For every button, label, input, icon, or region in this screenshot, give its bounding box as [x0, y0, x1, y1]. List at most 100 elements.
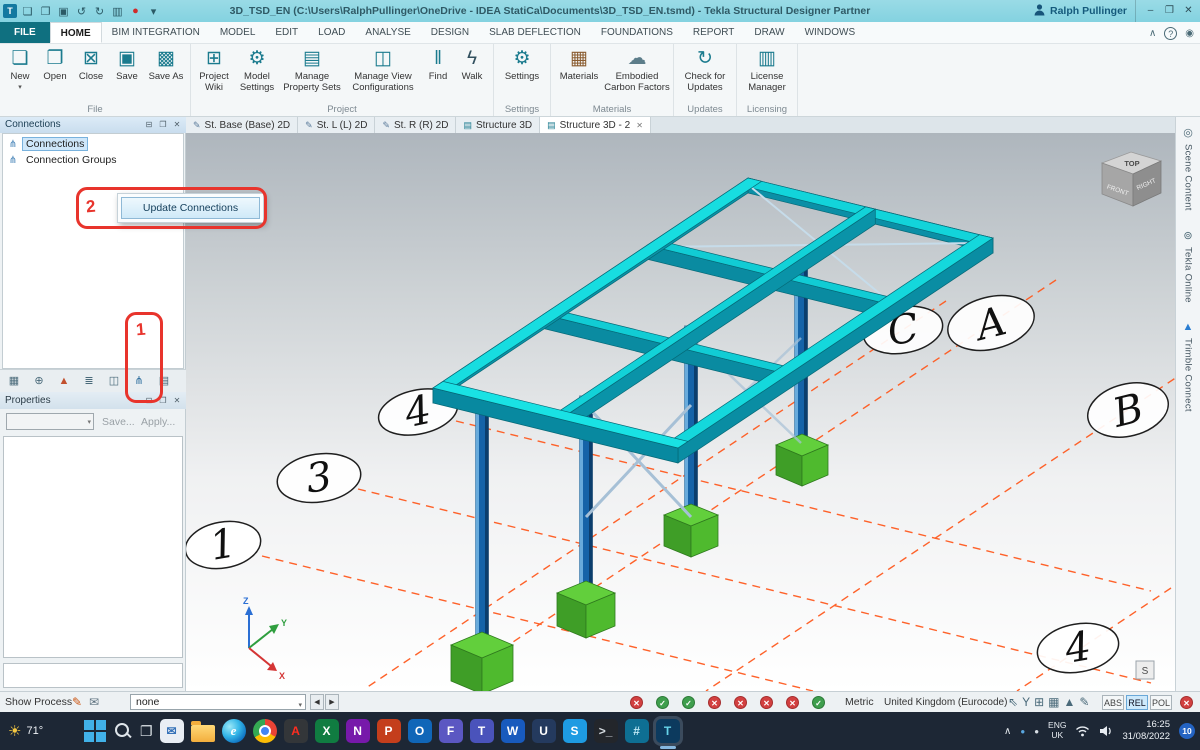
view-tab-structure-3d[interactable]: ▤Structure 3D: [456, 117, 540, 133]
loading-list-icon[interactable]: ≣: [78, 372, 100, 390]
float-panel-icon[interactable]: ❐: [157, 392, 169, 409]
solver-view-icon[interactable]: ▦: [3, 372, 25, 390]
grid-view-icon[interactable]: ▦: [1048, 695, 1059, 709]
tree-item-connections[interactable]: ⋔Connections: [3, 136, 183, 152]
ribbon-button-open[interactable]: ❐Open: [37, 47, 73, 104]
properties-preset-dropdown[interactable]: ▾: [6, 413, 94, 430]
model-viewport[interactable]: 4 3 1 C A B 4: [186, 133, 1175, 691]
globe-view-icon[interactable]: ⊕: [28, 372, 50, 390]
app-f-icon[interactable]: F: [439, 719, 463, 743]
terminal-icon[interactable]: >_: [594, 719, 618, 743]
close-tab-icon[interactable]: ✕: [636, 121, 643, 130]
status-red-icon[interactable]: ✕: [760, 696, 773, 709]
view-tab-structure-3d-2[interactable]: ▤Structure 3D - 2✕: [540, 117, 651, 133]
status-green-icon[interactable]: ✓: [682, 696, 695, 709]
status-red-icon[interactable]: ✕: [708, 696, 721, 709]
ribbon-tab-design[interactable]: DESIGN: [421, 22, 479, 43]
ribbon-button-find[interactable]: ‖Find: [422, 47, 454, 104]
app-grid-icon[interactable]: #: [625, 719, 649, 743]
powerpoint-icon[interactable]: P: [377, 719, 401, 743]
word-icon[interactable]: W: [501, 719, 525, 743]
process-filter-dropdown[interactable]: none ▾: [130, 694, 306, 710]
app-logo-icon[interactable]: T: [3, 4, 17, 18]
ribbon-button-save-as[interactable]: ▩Save As: [145, 47, 187, 104]
notification-badge[interactable]: 10: [1179, 723, 1195, 739]
redo-icon[interactable]: ↻: [92, 5, 107, 18]
pin-panel-icon[interactable]: ⊟: [143, 392, 155, 409]
trimble-connect-tab[interactable]: ▲Trimble Connect: [1176, 312, 1200, 421]
tray-chevron-icon[interactable]: ∧: [1004, 726, 1011, 737]
ribbon-button-settings[interactable]: ⚙Settings: [497, 47, 547, 104]
select-pointer-icon[interactable]: ⇖: [1008, 695, 1018, 709]
onenote-icon[interactable]: N: [346, 719, 370, 743]
ribbon-tab-report[interactable]: REPORT: [683, 22, 745, 43]
ribbon-tab-analyse[interactable]: ANALYSE: [355, 22, 420, 43]
status-green-icon[interactable]: ✓: [656, 696, 669, 709]
tekla-online-tab[interactable]: ⊚Tekla Online: [1176, 220, 1200, 312]
process-mail-icon[interactable]: ✉: [89, 695, 99, 709]
ribbon-tab-slab-deflection[interactable]: SLAB DEFLECTION: [479, 22, 591, 43]
structure-footings[interactable]: [451, 434, 828, 691]
status-red-icon[interactable]: ✕: [630, 696, 643, 709]
coord-mode-rel[interactable]: REL: [1126, 695, 1148, 710]
save-icon[interactable]: ▣: [56, 5, 71, 18]
ribbon-tab-bim-integration[interactable]: BIM INTEGRATION: [102, 22, 210, 43]
grid-bubble[interactable]: A: [942, 287, 1040, 359]
status-red-icon[interactable]: ✕: [734, 696, 747, 709]
warnings-icon[interactable]: ▲: [53, 372, 75, 390]
edge-icon[interactable]: e: [222, 719, 246, 743]
tekla-tsd-icon[interactable]: T: [656, 719, 680, 743]
ribbon-tab-model[interactable]: MODEL: [210, 22, 266, 43]
search-button[interactable]: [113, 721, 133, 741]
units-label[interactable]: Metric: [845, 696, 874, 708]
grid-bubble[interactable]: 3: [274, 448, 364, 507]
ribbon-tab-windows[interactable]: WINDOWS: [795, 22, 866, 43]
next-icon[interactable]: ▶: [325, 694, 339, 710]
paint-process-icon[interactable]: ✎: [72, 695, 82, 709]
ribbon-button-new[interactable]: ❏New▾: [3, 47, 37, 104]
report-icon[interactable]: ▥: [110, 5, 125, 18]
ribbon-button-save[interactable]: ▣Save: [109, 47, 145, 104]
undo-icon[interactable]: ↺: [74, 5, 89, 18]
new-doc-icon[interactable]: ❏: [20, 5, 35, 18]
ribbon-button-model-settings[interactable]: ⚙Model Settings: [234, 47, 280, 104]
file-explorer-icon[interactable]: [191, 725, 215, 742]
teams-icon[interactable]: T: [470, 719, 494, 743]
snap-mode-button[interactable]: S: [1136, 661, 1154, 679]
drawings-icon[interactable]: ▤: [153, 372, 175, 390]
y-axis-icon[interactable]: Y: [1022, 695, 1030, 709]
app-u-icon[interactable]: U: [532, 719, 556, 743]
structure-3d-canvas[interactable]: 4 3 1 C A B 4: [186, 133, 1175, 691]
weather-widget[interactable]: ☀ 71°: [8, 712, 43, 750]
chrome-icon[interactable]: [253, 719, 277, 743]
close-panel-icon[interactable]: ✕: [171, 117, 183, 133]
view-cube[interactable]: TOP FRONT RIGHT: [1102, 152, 1161, 206]
connections-icon[interactable]: ⋔: [128, 372, 150, 390]
ribbon-tab-home[interactable]: HOME: [50, 22, 102, 43]
ribbon-button-close[interactable]: ⊠Close: [73, 47, 109, 104]
view-tab-st-l-l-2d[interactable]: ✎St. L (L) 2D: [298, 117, 375, 133]
draw-icon[interactable]: ✎: [1079, 695, 1089, 709]
properties-save-button[interactable]: Save...: [102, 416, 135, 428]
start-button[interactable]: [84, 720, 106, 742]
grid-bubble[interactable]: B: [1082, 375, 1174, 445]
acrobat-icon[interactable]: A: [284, 719, 308, 743]
help-icon[interactable]: ?: [1164, 27, 1177, 40]
ribbon-button-embodied-carbon-factors[interactable]: ☁Embodied Carbon Factors: [604, 47, 670, 104]
grid-bubble[interactable]: 1: [186, 516, 264, 574]
ribbon-tab-draw[interactable]: DRAW: [744, 22, 794, 43]
coord-mode-abs[interactable]: ABS: [1102, 695, 1124, 710]
ribbon-button-manage-property-sets[interactable]: ▤Manage Property Sets: [280, 47, 344, 104]
ribbon-button-project-wiki[interactable]: ⊞Project Wiki: [194, 47, 234, 104]
grid-bubble[interactable]: 4: [1033, 617, 1122, 679]
restore-button[interactable]: ❐: [1160, 0, 1179, 22]
ribbon-tab-load[interactable]: LOAD: [308, 22, 355, 43]
frames-icon[interactable]: ◫: [103, 372, 125, 390]
chart-icon[interactable]: ▲: [1063, 695, 1075, 709]
ribbon-button-walk[interactable]: ϟWalk: [454, 47, 490, 104]
pin-panel-icon[interactable]: ⊟: [143, 117, 155, 133]
previous-icon[interactable]: ◀: [310, 694, 324, 710]
ribbon-tab-edit[interactable]: EDIT: [265, 22, 308, 43]
outlook-icon[interactable]: O: [408, 719, 432, 743]
clock[interactable]: 16:25 31/08/2022: [1122, 719, 1170, 743]
